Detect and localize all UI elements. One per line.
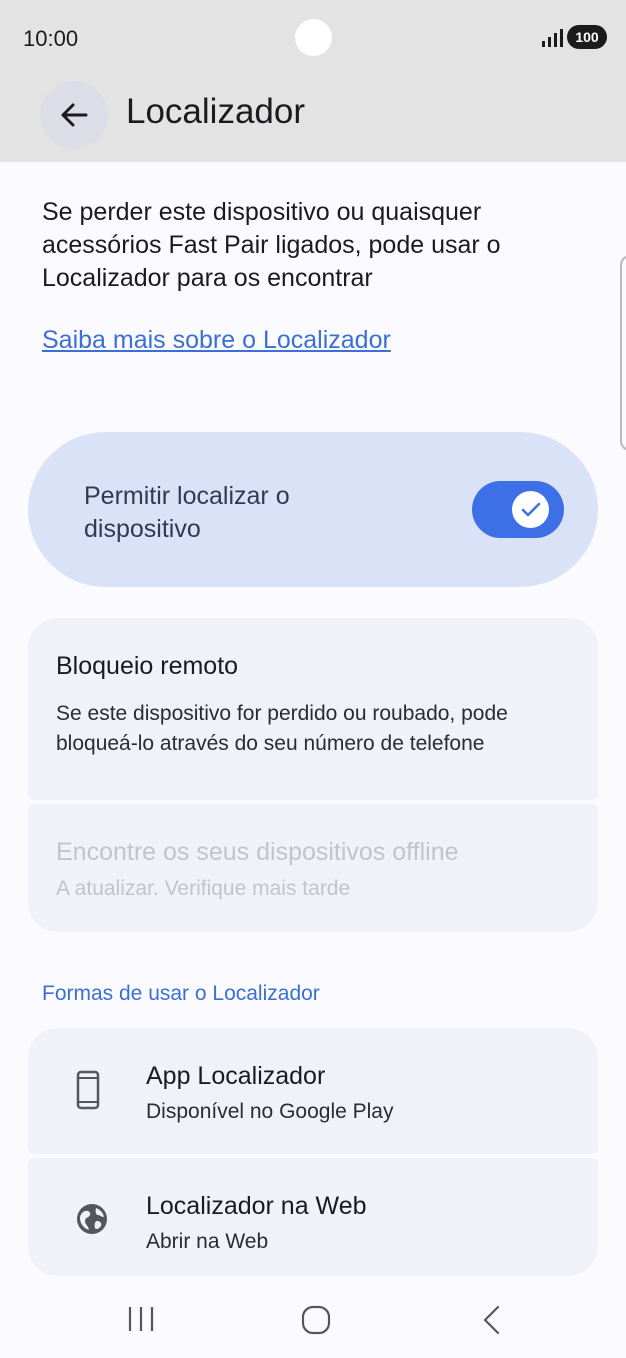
intro-description: Se perder este dispositivo ou quaisquer … <box>42 198 501 292</box>
remote-lock-title: Bloqueio remoto <box>56 652 239 680</box>
app-localizador-item[interactable]: App Localizador Disponível no Google Pla… <box>28 1028 598 1154</box>
back-button[interactable] <box>40 81 108 149</box>
camera-cutout <box>295 19 332 56</box>
offline-devices-subtitle: A atualizar. Verifique mais tarde <box>56 877 351 900</box>
remote-lock-subtitle: Se este dispositivo for perdido ou rouba… <box>56 702 508 755</box>
web-localizador-item[interactable]: Localizador na Web Abrir na Web <box>28 1158 598 1276</box>
nav-back-icon[interactable] <box>480 1304 504 1336</box>
home-icon[interactable] <box>300 1304 332 1336</box>
allow-locate-switch[interactable] <box>472 481 564 538</box>
status-bar: 10:00 100 <box>0 0 626 78</box>
edge-panel-handle[interactable] <box>620 255 626 451</box>
section-header-ways: Formas de usar o Localizador <box>42 982 320 1005</box>
phone-icon <box>76 1070 100 1110</box>
allow-locate-toggle-card[interactable]: Permitir localizar o dispositivo <box>28 432 598 587</box>
signal-bars-icon <box>542 29 563 47</box>
page-title: Localizador <box>126 92 305 131</box>
web-localizador-subtitle: Abrir na Web <box>146 1230 269 1253</box>
globe-icon <box>77 1204 107 1234</box>
system-navigation-bar <box>0 1280 626 1358</box>
toggle-label: Permitir localizar o dispositivo <box>84 482 290 543</box>
switch-knob <box>512 491 549 528</box>
battery-level: 100 <box>567 25 607 49</box>
recents-icon[interactable] <box>126 1304 156 1334</box>
app-localizador-subtitle: Disponível no Google Play <box>146 1100 394 1123</box>
status-time: 10:00 <box>23 26 79 51</box>
top-app-bar: 10:00 100 Localizador <box>0 0 626 162</box>
web-localizador-title: Localizador na Web <box>146 1192 367 1220</box>
check-icon <box>521 502 541 517</box>
app-localizador-title: App Localizador <box>146 1062 326 1090</box>
arrow-left-icon <box>61 103 88 127</box>
remote-lock-item[interactable]: Bloqueio remoto Se este dispositivo for … <box>28 618 598 800</box>
offline-devices-item: Encontre os seus dispositivos offline A … <box>28 804 598 932</box>
offline-devices-title: Encontre os seus dispositivos offline <box>56 838 459 866</box>
learn-more-link[interactable]: Saiba mais sobre o Localizador <box>42 326 391 355</box>
